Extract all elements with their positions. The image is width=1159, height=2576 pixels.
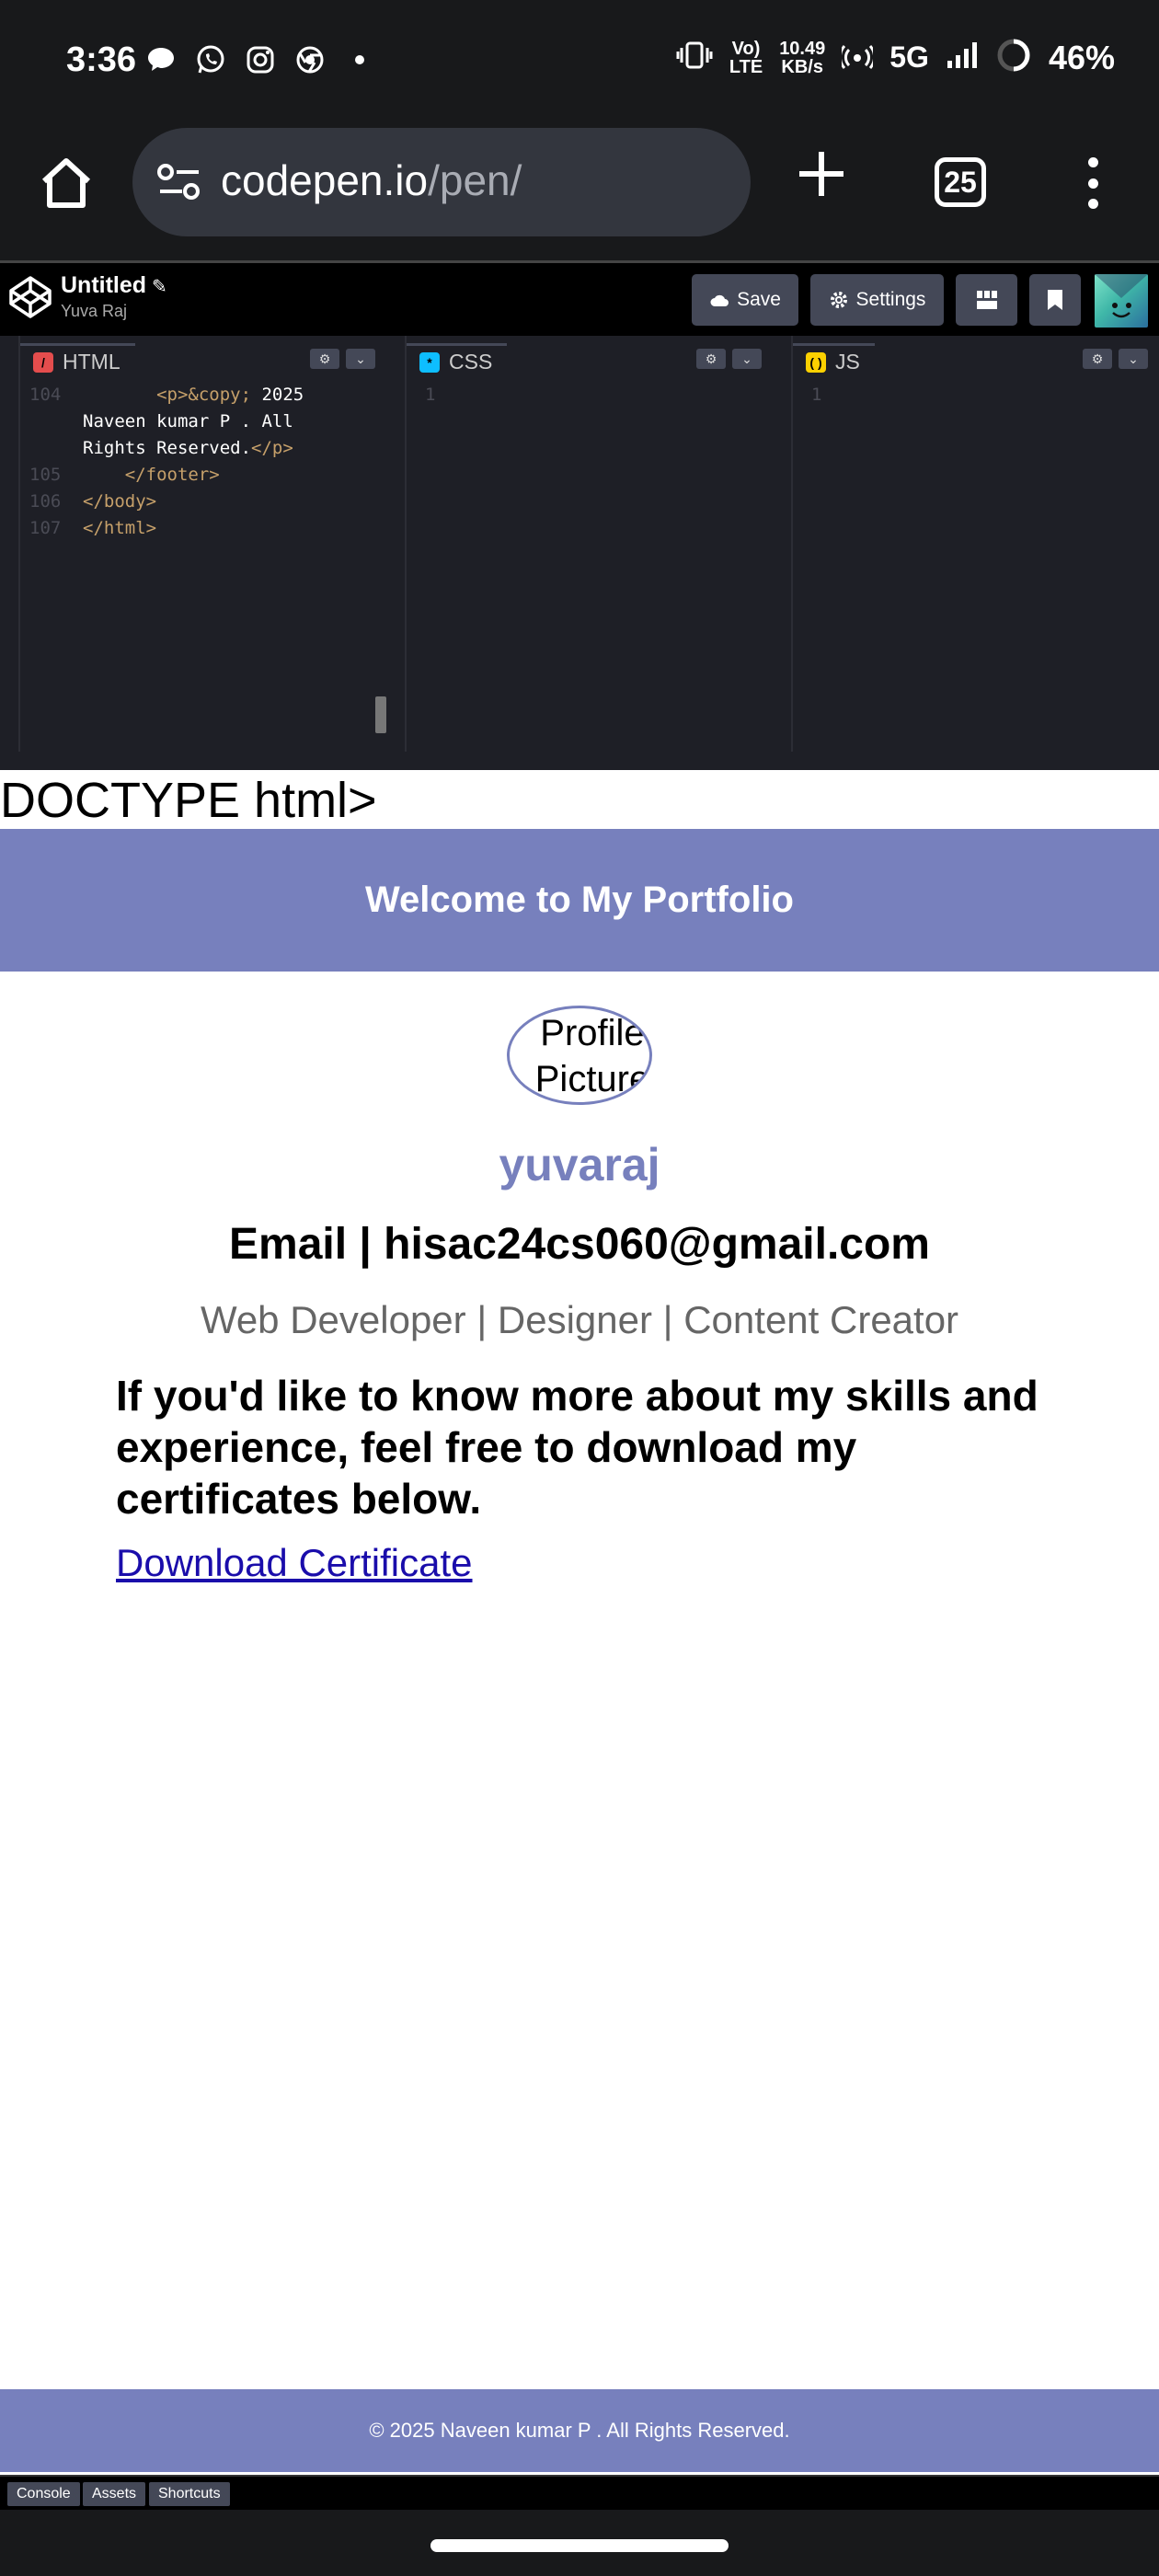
plus-icon	[799, 152, 843, 196]
pen-title[interactable]: Untitled ✎	[61, 272, 167, 299]
url-text[interactable]: codepen.io/pen/	[221, 155, 522, 205]
user-avatar[interactable]	[1095, 274, 1148, 328]
code-line: 1	[811, 385, 822, 405]
css-settings-gear-icon[interactable]: ⚙	[696, 349, 726, 369]
profile-picture: Profile Picture	[507, 1006, 652, 1105]
notification-icons	[145, 44, 375, 75]
smiley-face-icon	[1095, 274, 1148, 318]
js-code-area[interactable]: 1	[793, 382, 855, 408]
code-line: 104 <p>&copy; 2025	[29, 385, 304, 405]
cloud-icon	[710, 294, 729, 306]
code-line: 106 </body>	[29, 491, 157, 512]
tab-js[interactable]: ( ) JS	[793, 343, 875, 378]
profile-picture-alt-text: Profile Picture	[534, 1013, 650, 1099]
codepen-bottom-bar: Console Assets Shortcuts	[0, 2475, 1159, 2510]
bookmark-icon	[1048, 290, 1062, 310]
gesture-nav-area	[0, 2510, 1159, 2576]
hotspot-icon	[839, 41, 877, 74]
js-editor-pane[interactable]: ( ) JS ⚙ ⌄ 1	[791, 336, 1159, 752]
instagram-icon	[245, 44, 276, 75]
vibrate-icon	[676, 40, 713, 75]
chat-bubble-icon	[145, 44, 177, 75]
css-collapse-chevron-icon[interactable]: ⌄	[732, 349, 762, 369]
js-collapse-chevron-icon[interactable]: ⌄	[1119, 349, 1148, 369]
download-certificate-link[interactable]: Download Certificate	[116, 1541, 473, 1585]
html-code-area[interactable]: 104 <p>&copy; 2025 Naveen kumar P . All …	[20, 382, 304, 542]
assets-button[interactable]: Assets	[83, 2482, 146, 2506]
intro-paragraph: If you'd like to know more about my skil…	[116, 1372, 1039, 1523]
menu-dot-icon	[1087, 178, 1098, 189]
browser-toolbar: codepen.io/pen/ 25	[0, 124, 1159, 260]
status-time: 3:36	[66, 40, 137, 79]
tab-switcher-button[interactable]: 25	[935, 157, 986, 207]
code-line: 107 </html>	[29, 518, 157, 538]
network-speed: 10.49 KB/s	[779, 38, 826, 77]
code-line: 1	[425, 385, 436, 405]
html-settings-gear-icon[interactable]: ⚙	[310, 349, 339, 369]
battery-percent: 46%	[1048, 38, 1115, 76]
html-editor-pane[interactable]: / HTML ⚙ ⌄ 104 <p>&copy; 2025 Naveen kum…	[18, 336, 386, 752]
address-bar[interactable]: codepen.io/pen/	[132, 128, 751, 236]
status-bar: 3:36 Vo) LTE 10.49 KB/s 5G 46%	[0, 0, 1159, 124]
profile-roles: Web Developer | Designer | Content Creat…	[200, 1298, 959, 1341]
whatsapp-icon	[195, 44, 226, 75]
code-line: Rights Reserved.</p>	[83, 438, 293, 458]
portfolio-header: Welcome to My Portfolio	[0, 829, 1159, 972]
css-code-area[interactable]: 1	[407, 382, 469, 408]
css-pane-header: * CSS ⚙ ⌄	[407, 343, 773, 378]
css-editor-pane[interactable]: * CSS ⚙ ⌄ 1	[405, 336, 773, 752]
html-collapse-chevron-icon[interactable]: ⌄	[346, 349, 375, 369]
tab-html[interactable]: / HTML	[20, 343, 135, 378]
change-view-button[interactable]	[956, 274, 1017, 326]
tab-css[interactable]: * CSS	[407, 343, 508, 378]
network-type: 5G	[889, 40, 929, 74]
preview-frame: DOCTYPE html> Welcome to My Portfolio Pr…	[0, 770, 1159, 2475]
volte-indicator: Vo) LTE	[729, 38, 763, 77]
signal-icon	[946, 40, 979, 75]
html-language-icon: /	[33, 351, 53, 373]
doctype-text: DOCTYPE html>	[0, 773, 377, 828]
pen-author[interactable]: Yuva Raj	[61, 302, 127, 321]
save-button[interactable]: Save	[692, 274, 798, 326]
layout-grid-icon	[976, 291, 997, 309]
profile-name: yuvaraj	[499, 1139, 660, 1190]
menu-dot-icon	[1087, 199, 1098, 209]
site-settings-icon[interactable]	[156, 163, 202, 201]
gear-icon	[830, 292, 847, 308]
home-icon	[41, 158, 91, 208]
overflow-menu-button[interactable]	[1082, 157, 1104, 209]
js-language-icon: ( )	[806, 351, 826, 373]
bookmark-button[interactable]	[1029, 274, 1081, 326]
codepen-logo-icon[interactable]	[7, 274, 53, 320]
code-line: 105 </footer>	[29, 465, 220, 485]
html-editor-scrollbar[interactable]	[375, 696, 386, 733]
editor-panes: / HTML ⚙ ⌄ 104 <p>&copy; 2025 Naveen kum…	[0, 336, 1159, 770]
code-line: Naveen kumar P . All	[83, 411, 293, 431]
new-tab-button[interactable]	[796, 148, 847, 200]
menu-dot-icon	[1087, 157, 1098, 167]
pencil-icon[interactable]: ✎	[152, 277, 167, 297]
battery-ring-icon	[995, 37, 1032, 78]
css-language-icon: *	[419, 351, 440, 373]
console-button[interactable]: Console	[7, 2482, 80, 2506]
home-button[interactable]	[37, 154, 96, 213]
profile-email: Email | hisac24cs060@gmail.com	[229, 1220, 930, 1269]
html-pane-header: / HTML ⚙ ⌄	[20, 343, 386, 378]
chrome-icon	[294, 44, 326, 75]
settings-button[interactable]: Settings	[810, 274, 944, 326]
js-settings-gear-icon[interactable]: ⚙	[1083, 349, 1112, 369]
portfolio-footer: © 2025 Naveen kumar P . All Rights Reser…	[0, 2389, 1159, 2472]
codepen-header: Untitled ✎ Yuva Raj Save Settings	[0, 260, 1159, 336]
more-notifications-dot-icon	[344, 44, 375, 75]
home-gesture-handle[interactable]	[430, 2539, 729, 2552]
shortcuts-button[interactable]: Shortcuts	[149, 2482, 230, 2506]
status-right-group: Vo) LTE 10.49 KB/s 5G 46%	[676, 37, 1115, 78]
js-pane-header: ( ) JS ⚙ ⌄	[793, 343, 1159, 378]
